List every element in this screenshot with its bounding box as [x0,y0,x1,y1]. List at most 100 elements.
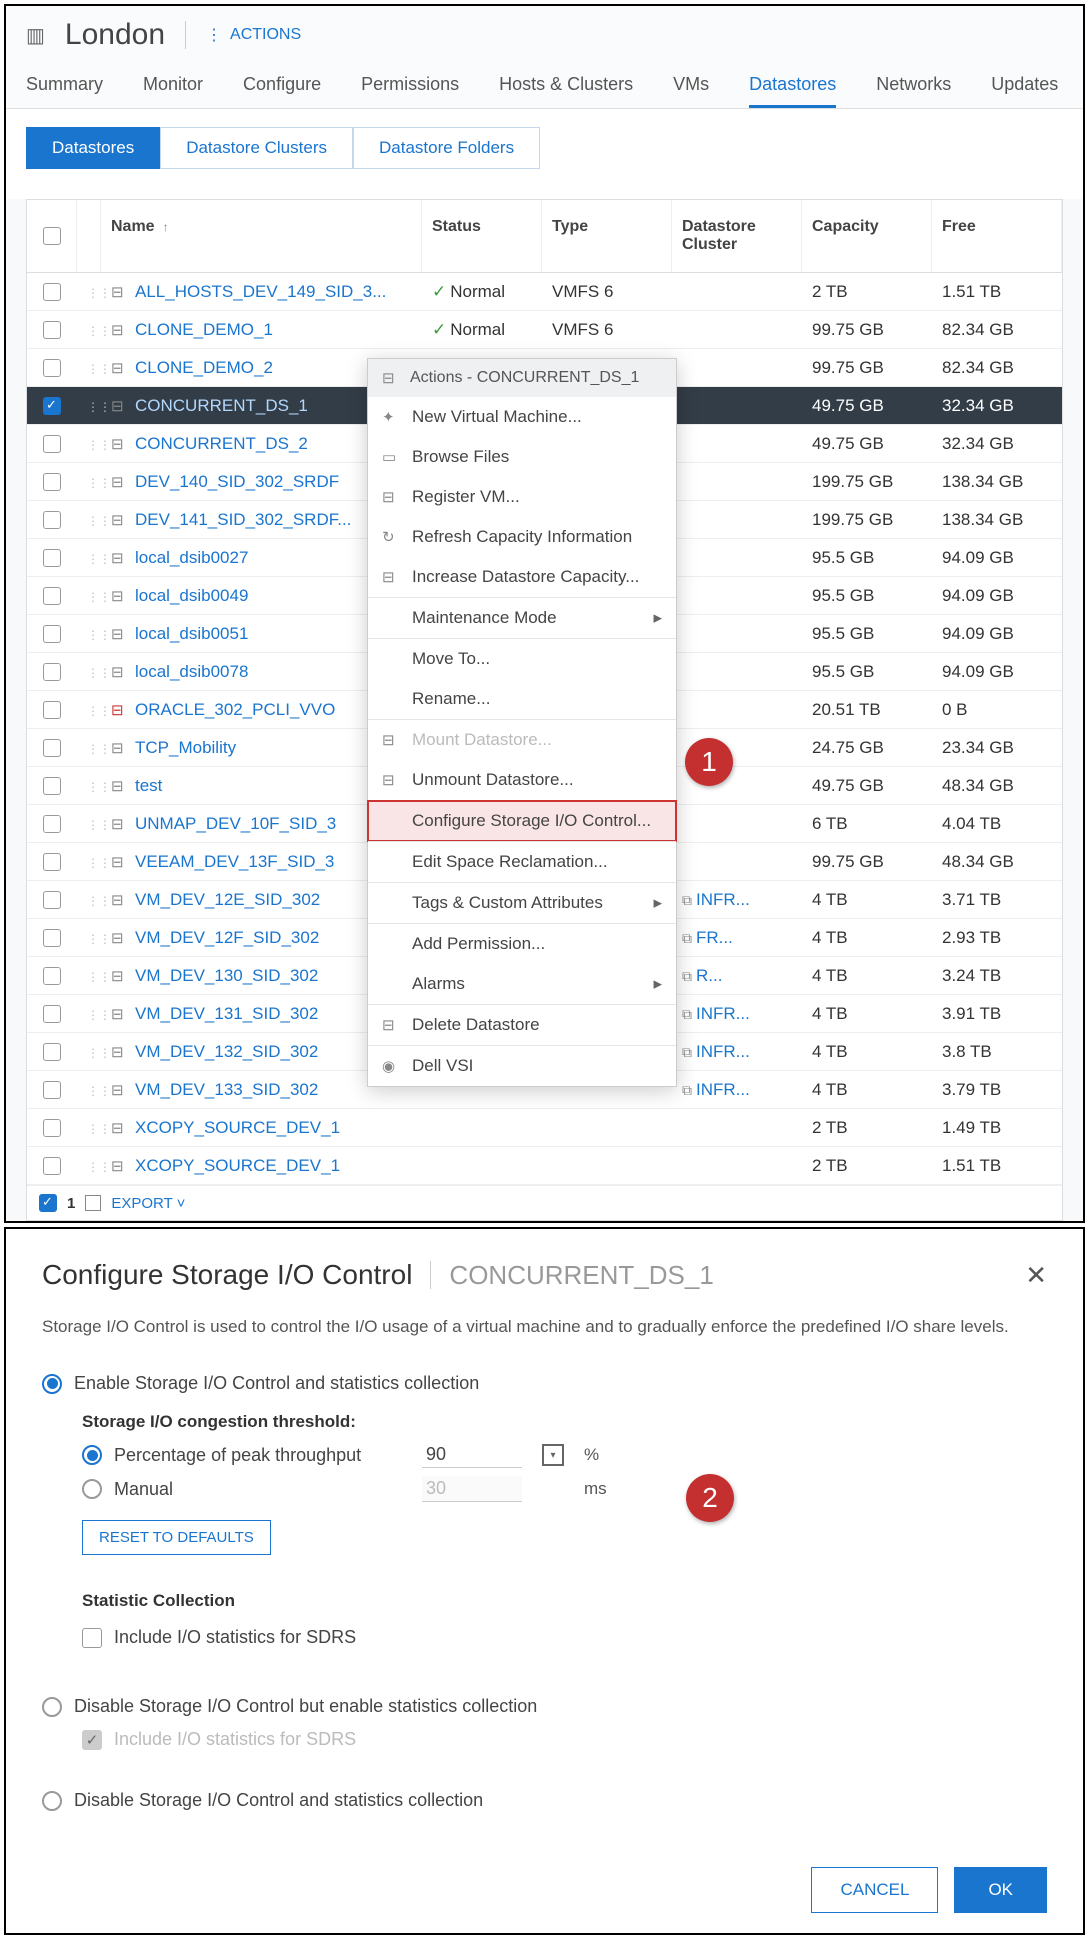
menu-item-new-virtual-machine[interactable]: ✦New Virtual Machine... [368,397,676,437]
column-name[interactable]: Name↑ [101,200,422,272]
datastore-name[interactable]: CONCURRENT_DS_1 [135,396,308,415]
row-checkbox[interactable] [43,435,61,453]
menu-item-add-permission[interactable]: Add Permission... [368,924,676,964]
subtab-datastores[interactable]: Datastores [26,127,160,169]
tab-configure[interactable]: Configure [243,64,321,108]
export-button[interactable]: EXPORT ˅ [111,1195,185,1212]
row-checkbox[interactable] [43,1157,61,1175]
datastore-name[interactable]: TCP_Mobility [135,738,236,757]
option-disable-enable-stats[interactable]: Disable Storage I/O Control but enable s… [42,1690,1047,1723]
table-row[interactable]: ⋮⋮⊟XCOPY_SOURCE_DEV_12 TB1.49 TB [27,1109,1062,1147]
datastore-name[interactable]: DEV_141_SID_302_SRDF... [135,510,351,529]
menu-item-configure-storage-i-o-control[interactable]: Configure Storage I/O Control... [367,800,677,842]
tab-vms[interactable]: VMs [673,64,709,108]
row-checkbox[interactable] [43,1043,61,1061]
tab-updates[interactable]: Updates [991,64,1058,108]
menu-item-maintenance-mode[interactable]: Maintenance Mode▸ [368,598,676,638]
row-checkbox[interactable] [43,473,61,491]
row-checkbox[interactable] [43,701,61,719]
datastore-name[interactable]: VM_DEV_131_SID_302 [135,1004,318,1023]
row-checkbox[interactable] [43,397,61,415]
row-checkbox[interactable] [43,891,61,909]
subtab-datastore-folders[interactable]: Datastore Folders [353,127,540,169]
menu-item-edit-space-reclamation[interactable]: Edit Space Reclamation... [368,842,676,882]
menu-item-refresh-capacity-information[interactable]: ↻Refresh Capacity Information [368,517,676,557]
datastore-name[interactable]: XCOPY_SOURCE_DEV_1 [135,1118,340,1137]
table-row[interactable]: ⋮⋮⊟CLONE_DEMO_1✓NormalVMFS 699.75 GB82.3… [27,311,1062,349]
row-checkbox[interactable] [43,739,61,757]
tab-networks[interactable]: Networks [876,64,951,108]
column-free[interactable]: Free [932,200,1062,272]
datastore-name[interactable]: ORACLE_302_PCLI_VVO [135,700,335,719]
datastore-name[interactable]: XCOPY_SOURCE_DEV_1 [135,1156,340,1175]
option-disable-all[interactable]: Disable Storage I/O Control and statisti… [42,1784,1047,1817]
close-icon[interactable]: ✕ [1025,1260,1047,1291]
row-checkbox[interactable] [43,853,61,871]
row-checkbox[interactable] [43,625,61,643]
datastore-name[interactable]: test [135,776,162,795]
row-checkbox[interactable] [43,663,61,681]
row-checkbox[interactable] [43,777,61,795]
row-checkbox[interactable] [43,549,61,567]
row-checkbox[interactable] [43,511,61,529]
datastore-name[interactable]: VM_DEV_12E_SID_302 [135,890,320,909]
row-checkbox[interactable] [43,321,61,339]
datastore-name[interactable]: ALL_HOSTS_DEV_149_SID_3... [135,282,386,301]
menu-item-move-to[interactable]: Move To... [368,639,676,679]
datastore-name[interactable]: VM_DEV_133_SID_302 [135,1080,318,1099]
menu-item-register-vm[interactable]: ⊟Register VM... [368,477,676,517]
menu-item-unmount-datastore[interactable]: ⊟Unmount Datastore... [368,760,676,800]
tab-datastores[interactable]: Datastores [749,64,836,108]
table-row[interactable]: ⋮⋮⊟XCOPY_SOURCE_DEV_12 TB1.51 TB [27,1147,1062,1185]
table-row[interactable]: ⋮⋮⊟ALL_HOSTS_DEV_149_SID_3...✓NormalVMFS… [27,273,1062,311]
row-checkbox[interactable] [43,283,61,301]
datastore-name[interactable]: VM_DEV_130_SID_302 [135,966,318,985]
column-picker-icon[interactable] [85,1195,101,1211]
menu-item-rename[interactable]: Rename... [368,679,676,719]
datastore-name[interactable]: CONCURRENT_DS_2 [135,434,308,453]
row-checkbox[interactable] [43,815,61,833]
menu-item-dell-vsi[interactable]: ◉Dell VSI [368,1046,676,1086]
menu-item-browse-files[interactable]: ▭Browse Files [368,437,676,477]
subtab-datastore-clusters[interactable]: Datastore Clusters [160,127,353,169]
column-cluster[interactable]: Datastore Cluster [672,200,802,272]
datastore-name[interactable]: local_dsib0078 [135,662,248,681]
menu-item-tags-custom-attributes[interactable]: Tags & Custom Attributes▸ [368,883,676,923]
datastore-name[interactable]: VEEAM_DEV_13F_SID_3 [135,852,334,871]
row-checkbox[interactable] [43,929,61,947]
ok-button[interactable]: OK [954,1867,1047,1913]
stepper-icon[interactable]: ▾ [542,1444,564,1466]
menu-item-increase-datastore-capacity[interactable]: ⊟Increase Datastore Capacity... [368,557,676,597]
row-checkbox[interactable] [43,587,61,605]
row-checkbox[interactable] [43,359,61,377]
datastore-name[interactable]: local_dsib0051 [135,624,248,643]
row-checkbox[interactable] [43,967,61,985]
option-enable-sioc[interactable]: Enable Storage I/O Control and statistic… [42,1367,1047,1400]
row-checkbox[interactable] [43,1005,61,1023]
tab-permissions[interactable]: Permissions [361,64,459,108]
tab-hosts-clusters[interactable]: Hosts & Clusters [499,64,633,108]
reset-defaults-button[interactable]: RESET TO DEFAULTS [82,1520,271,1555]
menu-item-alarms[interactable]: Alarms▸ [368,964,676,1004]
datastore-name[interactable]: CLONE_DEMO_2 [135,358,273,377]
row-checkbox[interactable] [43,1119,61,1137]
option-percentage[interactable]: Percentage of peak throughput [82,1445,402,1466]
column-capacity[interactable]: Capacity [802,200,932,272]
row-checkbox[interactable] [43,1081,61,1099]
actions-menu[interactable]: ⋮ ACTIONS [206,25,301,45]
datastore-name[interactable]: local_dsib0027 [135,548,248,567]
datastore-name[interactable]: VM_DEV_12F_SID_302 [135,928,319,947]
datastore-name[interactable]: CLONE_DEMO_1 [135,320,273,339]
tab-monitor[interactable]: Monitor [143,64,203,108]
datastore-name[interactable]: UNMAP_DEV_10F_SID_3 [135,814,336,833]
percentage-input[interactable] [422,1442,522,1468]
option-manual[interactable]: Manual [82,1479,402,1500]
datastore-name[interactable]: VM_DEV_132_SID_302 [135,1042,318,1061]
tab-summary[interactable]: Summary [26,64,103,108]
select-all-checkbox[interactable] [43,227,61,245]
datastore-name[interactable]: DEV_140_SID_302_SRDF [135,472,339,491]
column-type[interactable]: Type [542,200,672,272]
checkbox-include-stats[interactable]: Include I/O statistics for SDRS [82,1621,1047,1654]
column-status[interactable]: Status [422,200,542,272]
menu-item-delete-datastore[interactable]: ⊟Delete Datastore [368,1005,676,1045]
